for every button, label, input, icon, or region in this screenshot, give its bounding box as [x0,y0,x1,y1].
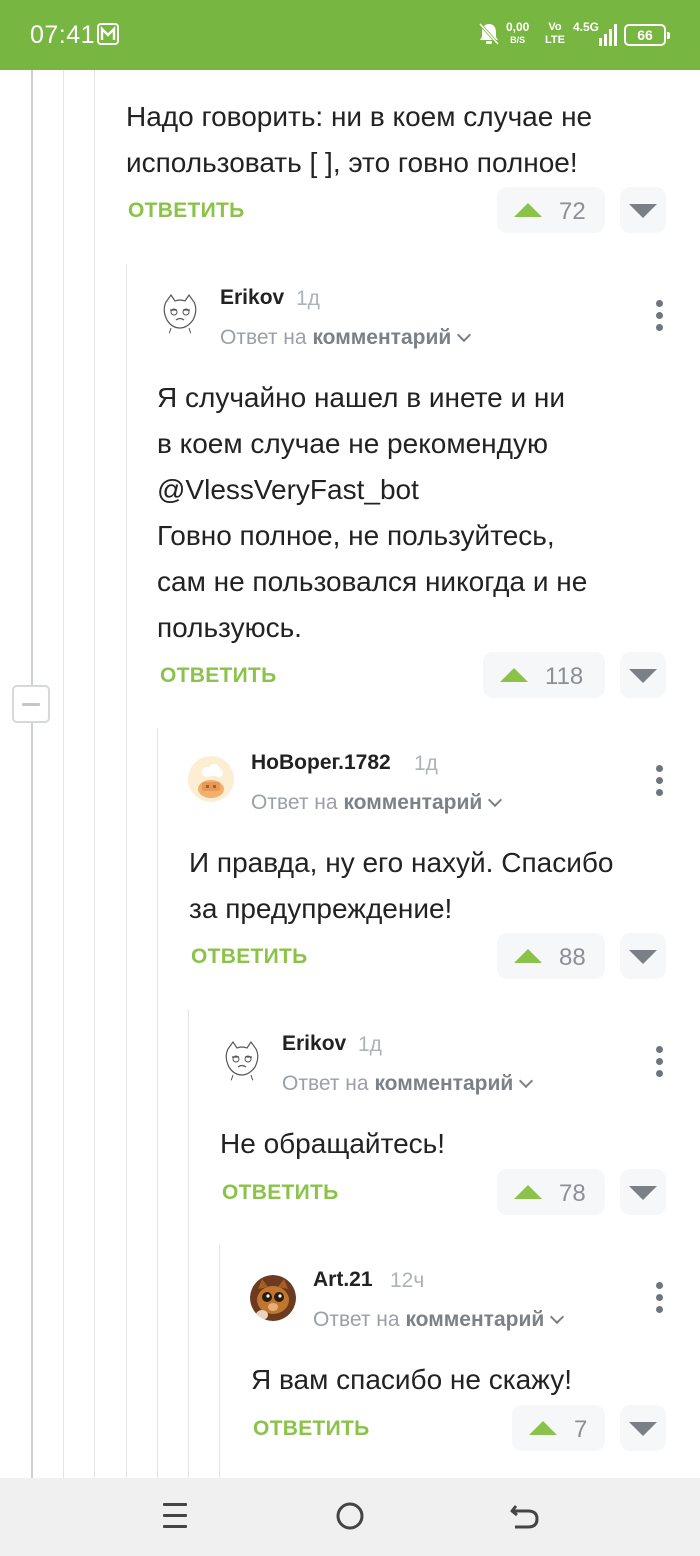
collapse-thread-icon[interactable] [12,685,50,723]
more-options-icon[interactable] [653,765,665,799]
reply-to[interactable]: Ответ на комментарий [282,1072,534,1096]
reply-button[interactable]: ОТВЕТИТЬ [191,945,308,969]
comment-time: 1д [358,1033,382,1056]
thread-line [126,264,127,1478]
thread-line [219,1245,220,1478]
reply-to-prefix: Ответ на [251,791,338,814]
rating-control: 118 [483,652,605,698]
chevron-down-icon [550,1309,565,1325]
app-badge-icon [97,23,119,45]
comment-text: И правда, ну его нахуй. Спасибо за преду… [189,840,613,932]
thread-line [31,70,33,1478]
more-options-icon[interactable] [653,300,665,334]
rating-value: 72 [559,198,586,225]
comment-line: Говно полное, не пользуйтесь, [157,520,555,551]
author-name[interactable]: Art.21 [313,1268,373,1292]
comment-line: пользуюсь. [157,612,302,643]
volte-top: Vo [548,21,562,33]
thread-line [94,70,95,1478]
comment-line: использовать [ ], это говно полное! [126,147,578,178]
reply-to-target[interactable]: комментарий [374,1072,513,1095]
reply-button[interactable]: ОТВЕТИТЬ [222,1181,339,1205]
mute-bell-icon [478,22,500,46]
comment-line: за предупреждение! [189,893,453,924]
thread-line [63,70,64,1478]
home-icon[interactable] [333,1498,367,1534]
net-speed-value: 0,00 [506,20,530,34]
downvote-icon[interactable] [620,1405,666,1451]
status-bar: 07:41 0,00 B/S Vo LTE 4.5G 66 [0,0,700,70]
upvote-icon[interactable] [529,1421,557,1435]
thread-line [157,728,158,1478]
reply-to-target[interactable]: комментарий [343,791,482,814]
avatar[interactable] [219,1037,265,1083]
rating-value: 78 [559,1180,586,1207]
reply-to[interactable]: Ответ на комментарий [251,791,503,815]
signal-icon [599,24,617,46]
author-name[interactable]: НоВорег.1782 [251,751,391,775]
comment-line: Не обращайтесь! [220,1128,446,1159]
comment-text: Не обращайтесь! [220,1121,445,1167]
net-speed: 0,00 B/S [506,21,529,47]
more-options-icon[interactable] [653,1282,665,1316]
comment-time: 12ч [390,1269,425,1292]
downvote-icon[interactable] [620,187,666,233]
network-type: 4.5G [573,20,600,34]
net-speed-unit: B/S [510,35,526,45]
back-icon[interactable] [508,1498,542,1534]
thread-line [188,1010,189,1478]
upvote-icon[interactable] [514,1185,542,1199]
comment-text: Надо говорить: ни в коем случае не испол… [126,94,592,186]
comment-line: Я случайно нашел в инете и ни [157,382,565,413]
downvote-icon[interactable] [620,1169,666,1215]
menu-icon[interactable] [160,1498,190,1534]
rating-control: 7 [512,1405,605,1451]
rating-value: 7 [574,1416,588,1443]
reply-button[interactable]: ОТВЕТИТЬ [128,199,245,223]
avatar[interactable] [157,290,203,336]
rating-control: 72 [497,187,605,233]
upvote-icon[interactable] [514,949,542,963]
reply-to[interactable]: Ответ на комментарий [313,1308,565,1332]
rating-value: 118 [545,663,584,690]
downvote-icon[interactable] [620,652,666,698]
comment-line: сам не пользовался никогда и не [157,566,588,597]
author-name[interactable]: Erikov [220,286,284,310]
navigation-bar [0,1478,700,1556]
comment-line: Надо говорить: ни в коем случае не [126,101,593,132]
status-time: 07:41 [30,21,96,49]
comment-time: 1д [296,287,320,310]
reply-to-prefix: Ответ на [220,326,307,349]
battery-icon: 66 [624,24,670,46]
comment-line: @VlessVeryFast_bot [157,474,419,505]
reply-button[interactable]: ОТВЕТИТЬ [253,1417,370,1441]
downvote-icon[interactable] [620,933,666,979]
comment-text: Я случайно нашел в инете и ни в коем слу… [157,375,587,651]
comment-line: И правда, ну его нахуй. Спасибо [189,847,614,878]
author-name[interactable]: Erikov [282,1032,346,1056]
comment-line: в коем случае не рекомендую [157,428,548,459]
chevron-down-icon [488,792,503,808]
avatar[interactable] [250,1275,296,1321]
rating-control: 78 [497,1169,605,1215]
comment-line: Я вам спасибо не скажу! [251,1364,573,1395]
avatar[interactable] [188,756,234,802]
rating-control: 88 [497,933,605,979]
reply-to-target[interactable]: комментарий [312,326,451,349]
volte-indicator: Vo LTE [545,21,565,47]
reply-to-prefix: Ответ на [313,1308,400,1331]
upvote-icon[interactable] [500,668,528,682]
chevron-down-icon [457,327,472,343]
upvote-icon[interactable] [514,203,542,217]
reply-to-target[interactable]: комментарий [405,1308,544,1331]
reply-button[interactable]: ОТВЕТИТЬ [160,664,277,688]
rating-value: 88 [559,944,586,971]
comment-time: 1д [414,752,438,775]
comment-text: Я вам спасибо не скажу! [251,1357,572,1403]
reply-to[interactable]: Ответ на комментарий [220,326,472,350]
more-options-icon[interactable] [653,1046,665,1080]
reply-to-prefix: Ответ на [282,1072,369,1095]
volte-bottom: LTE [545,34,565,46]
chevron-down-icon [519,1073,534,1089]
